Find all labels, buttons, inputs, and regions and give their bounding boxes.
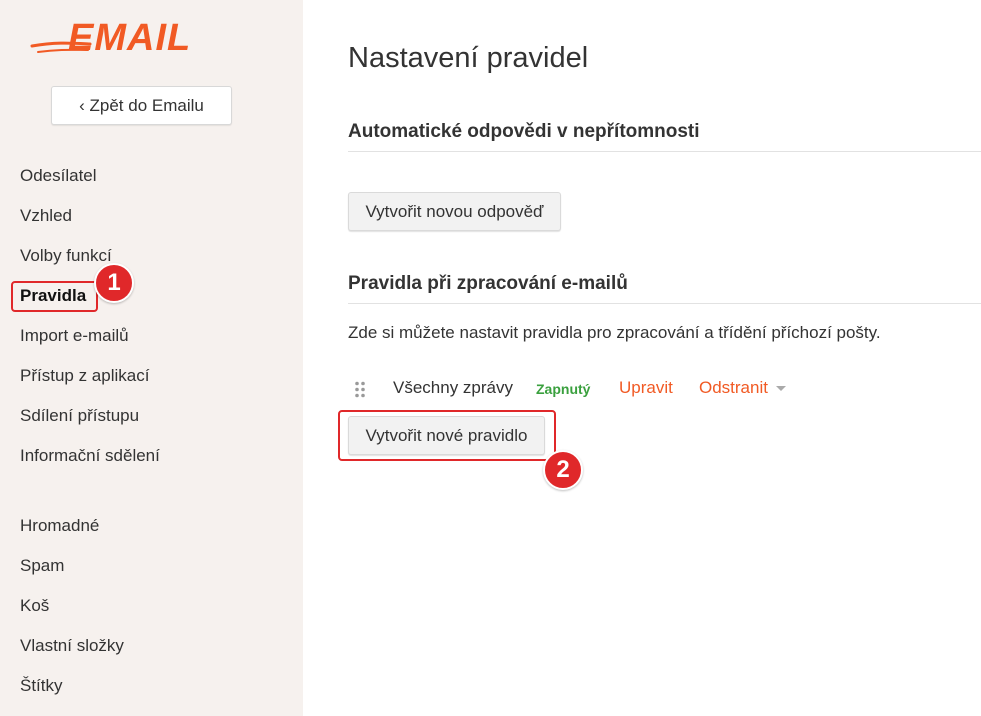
back-to-email-button[interactable]: ‹ Zpět do Emailu [51, 86, 232, 125]
section-divider [348, 151, 981, 152]
sidebar-item-volby-funkci[interactable]: Volby funkcí [20, 246, 112, 266]
sidebar-item-informacni-sdeleni[interactable]: Informační sdělení [20, 446, 160, 466]
sidebar-item-vzhled[interactable]: Vzhled [20, 206, 72, 226]
sidebar-item-stitky[interactable]: Štítky [20, 676, 63, 696]
annotation-highlight-1 [11, 281, 98, 312]
sidebar-item-hromadne[interactable]: Hromadné [20, 516, 99, 536]
rule-name: Všechny zprávy [393, 378, 513, 397]
rule-delete-link[interactable]: Odstranit [699, 378, 768, 398]
sidebar-item-import-emailu[interactable]: Import e-mailů [20, 326, 129, 346]
logo-text: EMAIL [68, 17, 191, 56]
page-title: Nastavení pravidel [348, 42, 589, 74]
email-logo[interactable]: EMAIL [30, 12, 230, 56]
rules-description: Zde si můžete nastavit pravidla pro zpra… [348, 323, 881, 342]
create-reply-button[interactable]: Vytvořit novou odpověď [348, 192, 561, 231]
rule-edit-link[interactable]: Upravit [619, 378, 673, 398]
sidebar-item-kos[interactable]: Koš [20, 596, 49, 616]
drag-handle-icon[interactable] [354, 381, 366, 398]
sidebar: EMAIL ‹ Zpět do Emailu Odesílatel Vzhled… [0, 0, 303, 716]
annotation-highlight-2 [338, 410, 556, 461]
sidebar-item-pristup-z-aplikaci[interactable]: Přístup z aplikací [20, 366, 149, 386]
annotation-badge-2: 2 [543, 450, 583, 490]
annotation-badge-1: 1 [94, 263, 134, 303]
sidebar-item-vlastni-slozky[interactable]: Vlastní složky [20, 636, 124, 656]
sidebar-item-spam[interactable]: Spam [20, 556, 64, 576]
settings-page: EMAIL ‹ Zpět do Emailu Odesílatel Vzhled… [0, 0, 981, 716]
section-divider [348, 303, 981, 304]
rules-heading: Pravidla při zpracování e-mailů [348, 273, 628, 294]
rule-status-badge: Zapnutý [536, 381, 591, 397]
sidebar-item-sdileni-pristupu[interactable]: Sdílení přístupu [20, 406, 139, 426]
chevron-down-icon[interactable] [776, 386, 786, 391]
sidebar-item-odesilatel[interactable]: Odesílatel [20, 166, 97, 186]
auto-reply-heading: Automatické odpovědi v nepřítomnosti [348, 121, 700, 142]
